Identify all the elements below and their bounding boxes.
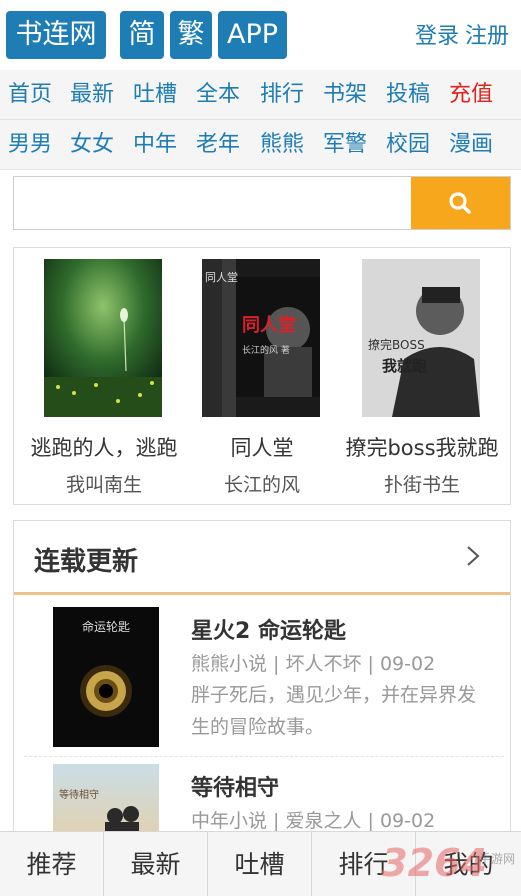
featured-book[interactable]: 逃跑的人，逃跑 我叫南生 (24, 259, 184, 499)
simplified-button[interactable]: 简 (120, 11, 164, 59)
book-description: 胖子死后，遇见少年，并在异界发生的冒险故事。 (191, 684, 477, 738)
book-title[interactable]: 星火2 命运轮匙 (191, 613, 346, 645)
book-cover[interactable]: 撩完BOSS 我就跑 (362, 259, 480, 417)
book-cover[interactable]: 命运轮匙 (53, 607, 159, 747)
tab-recommend[interactable]: 推荐 (0, 832, 104, 896)
book-meta: 熊熊小说 | 坏人不坏 | 09-02 (191, 653, 436, 675)
list-item[interactable]: 命运轮匙 星火2 命运轮匙 熊熊小说 | 坏人不坏 | 09-02 胖子死后，遇… (24, 607, 504, 757)
list-item[interactable]: 等待相守 等待相守 中年小说 | 爱泉之人 | 09-02 (24, 764, 504, 840)
site-logo[interactable]: 书连网 (6, 11, 106, 59)
featured-book[interactable]: 同人堂 同人堂 长江的风 著 同人堂 长江的风 (182, 259, 342, 499)
register-link[interactable]: 注册 (465, 24, 509, 49)
nav-item-home[interactable]: 首页 (8, 70, 52, 120)
book-meta: 中年小说 | 爱泉之人 | 09-02 (191, 810, 436, 832)
account-links: 登录 注册 (409, 18, 509, 50)
category-item[interactable]: 老年 (196, 120, 240, 170)
book-title[interactable]: 逃跑的人，逃跑 (24, 432, 184, 462)
svg-text:长江的风 著: 长江的风 著 (242, 344, 290, 356)
category-item[interactable]: 男男 (8, 120, 52, 170)
chevron-right-icon[interactable] (466, 545, 480, 567)
svg-text:等待相守: 等待相守 (59, 788, 99, 801)
book-cover[interactable]: 等待相守 (53, 764, 159, 840)
svg-text:命运轮匙: 命运轮匙 (82, 619, 130, 634)
book-title[interactable]: 同人堂 (182, 432, 342, 462)
watermark-number: 3264 (381, 841, 487, 885)
tab-latest[interactable]: 最新 (104, 832, 208, 896)
nav-item-talk[interactable]: 吐槽 (133, 70, 177, 120)
nav-item-ranking[interactable]: 排行 (260, 70, 304, 120)
login-link[interactable]: 登录 (415, 24, 459, 49)
category-item[interactable]: 中年 (133, 120, 177, 170)
app-button[interactable]: APP (218, 11, 287, 59)
search-button[interactable] (411, 177, 510, 229)
category-item[interactable]: 校园 (386, 120, 430, 170)
category-nav: 男男 女女 中年 老年 熊熊 军警 校园 漫画 (0, 120, 521, 170)
section-header[interactable]: 连载更新 (14, 521, 510, 595)
category-item[interactable]: 女女 (70, 120, 114, 170)
watermark-text: 手游网 (478, 852, 515, 866)
book-author: 长江的风 (223, 474, 300, 496)
search-icon (449, 192, 471, 214)
nav-item-complete[interactable]: 全本 (196, 70, 240, 120)
svg-text:撩完BOSS: 撩完BOSS (368, 337, 425, 352)
category-item[interactable]: 熊熊 (260, 120, 304, 170)
search-bar (13, 176, 511, 230)
book-author: 我叫南生 (65, 474, 142, 496)
category-item[interactable]: 军警 (323, 120, 367, 170)
svg-text:我就跑: 我就跑 (382, 357, 427, 375)
svg-text:同人堂: 同人堂 (242, 314, 296, 336)
top-header: 书连网 简 繁 APP 登录 注册 (0, 0, 521, 70)
tab-talk[interactable]: 吐槽 (208, 832, 312, 896)
search-input[interactable] (14, 177, 410, 229)
nav-item-submit[interactable]: 投稿 (386, 70, 430, 120)
svg-text:同人堂: 同人堂 (205, 271, 238, 284)
nav-item-latest[interactable]: 最新 (70, 70, 114, 120)
featured-books: 逃跑的人，逃跑 我叫南生 同人堂 同人堂 长江的风 著 同人堂 长江的风 撩完B… (13, 247, 511, 505)
watermark-logo: 3264 手游网 (367, 838, 517, 894)
section-title: 连载更新 (34, 547, 139, 577)
featured-book[interactable]: 撩完BOSS 我就跑 撩完boss我就跑 扑街书生 (342, 259, 502, 499)
book-cover[interactable] (44, 259, 162, 417)
book-title[interactable]: 等待相守 (191, 770, 279, 802)
traditional-button[interactable]: 繁 (170, 11, 212, 59)
book-title[interactable]: 撩完boss我就跑 (342, 432, 502, 462)
nav-item-bookshelf[interactable]: 书架 (323, 70, 367, 120)
book-cover[interactable]: 同人堂 同人堂 长江的风 著 (202, 259, 320, 417)
book-author: 扑街书生 (383, 474, 460, 496)
serial-updates-section: 连载更新 命运轮匙 星火2 命运轮匙 熊熊小说 | 坏人不坏 | 09-02 胖… (13, 520, 511, 840)
nav-item-recharge[interactable]: 充值 (449, 70, 493, 120)
primary-nav: 首页 最新 吐槽 全本 排行 书架 投稿 充值 (0, 70, 521, 120)
category-item[interactable]: 漫画 (449, 120, 493, 170)
